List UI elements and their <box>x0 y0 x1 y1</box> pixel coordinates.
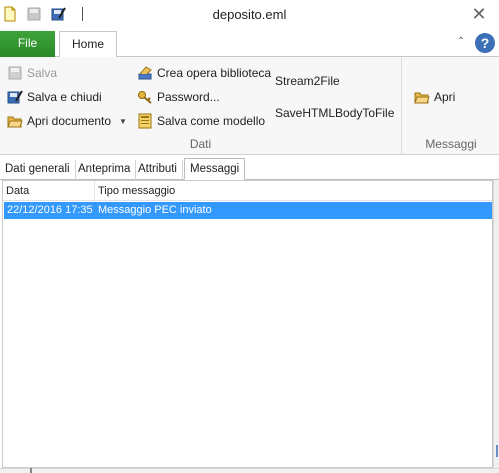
apri-button[interactable]: Apri <box>414 89 455 105</box>
home-tab[interactable]: Home <box>59 31 117 58</box>
title-bar: deposito.eml ✕ <box>0 0 499 30</box>
key-icon <box>137 89 153 105</box>
list-header: Data Tipo messaggio <box>3 181 492 201</box>
crea-opera-button[interactable]: Crea opera biblioteca <box>137 65 271 81</box>
row-data-cell: 22/12/2016 17:35 <box>7 204 93 216</box>
scroll-marker <box>496 445 498 457</box>
stream2file-label: Stream2File <box>275 74 340 88</box>
group-label-messaggi: Messaggi <box>425 137 477 151</box>
open-folder-icon <box>7 113 23 129</box>
library-icon <box>137 65 153 81</box>
salva-modello-button[interactable]: Salva come modello <box>137 113 265 129</box>
password-label: Password... <box>157 90 220 104</box>
tab-dati-generali[interactable]: Dati generali <box>0 160 76 180</box>
stream2file-button[interactable]: Stream2File <box>275 74 340 88</box>
ribbon-group-messaggi: Apri Messaggi <box>403 57 499 155</box>
help-icon[interactable]: ? <box>475 33 495 53</box>
content-tabs: Dati generali Anteprima Attributi Messag… <box>0 158 499 180</box>
group-label-dati: Dati <box>189 137 212 151</box>
window-title: deposito.eml <box>212 7 287 22</box>
table-row[interactable]: 22/12/2016 17:35 Messaggio PEC inviato <box>4 202 492 219</box>
right-scroll-edge <box>493 180 499 473</box>
column-header-tipo[interactable]: Tipo messaggio <box>95 181 493 201</box>
salva-chiudi-button[interactable]: Salva e chiudi <box>7 89 102 105</box>
apri-label: Apri <box>434 90 456 104</box>
bottom-edge <box>0 468 499 473</box>
salva-chiudi-label: Salva e chiudi <box>27 90 102 104</box>
chevron-down-icon[interactable]: ▼ <box>119 117 127 126</box>
open-folder-icon <box>414 89 430 105</box>
savehtml-button[interactable]: SaveHTMLBodyToFile <box>275 106 394 120</box>
apri-documento-button[interactable]: Apri documento ▼ <box>7 113 127 129</box>
row-tipo-cell: Messaggio PEC inviato <box>98 204 212 216</box>
savehtml-label: SaveHTMLBodyToFile <box>275 106 395 120</box>
file-tab[interactable]: File <box>0 31 55 57</box>
tab-messaggi[interactable]: Messaggi <box>184 158 246 180</box>
tab-anteprima[interactable]: Anteprima <box>73 160 137 180</box>
tab-attributi[interactable]: Attributi <box>133 160 183 180</box>
ribbon-tab-row: File Home ⌃ ? <box>0 30 499 58</box>
bottom-marker <box>30 468 32 473</box>
close-icon[interactable]: ✕ <box>469 4 489 24</box>
salva-button[interactable]: Salva <box>7 65 57 81</box>
collapse-ribbon-icon[interactable]: ⌃ <box>455 36 467 48</box>
crea-opera-label: Crea opera biblioteca <box>157 66 272 80</box>
save-icon <box>7 65 23 81</box>
messages-list[interactable]: Data Tipo messaggio 22/12/2016 17:35 Mes… <box>2 180 493 468</box>
save-close-icon <box>7 89 23 105</box>
template-icon <box>137 113 153 129</box>
salva-label: Salva <box>27 66 58 80</box>
apri-documento-label: Apri documento <box>27 114 112 128</box>
salva-modello-label: Salva come modello <box>157 114 266 128</box>
column-header-data[interactable]: Data <box>3 181 95 201</box>
ribbon: Salva Salva e chiudi Apri documento ▼ Cr… <box>0 57 499 155</box>
ribbon-group-dati: Salva Salva e chiudi Apri documento ▼ Cr… <box>0 57 402 155</box>
password-button[interactable]: Password... <box>137 89 220 105</box>
